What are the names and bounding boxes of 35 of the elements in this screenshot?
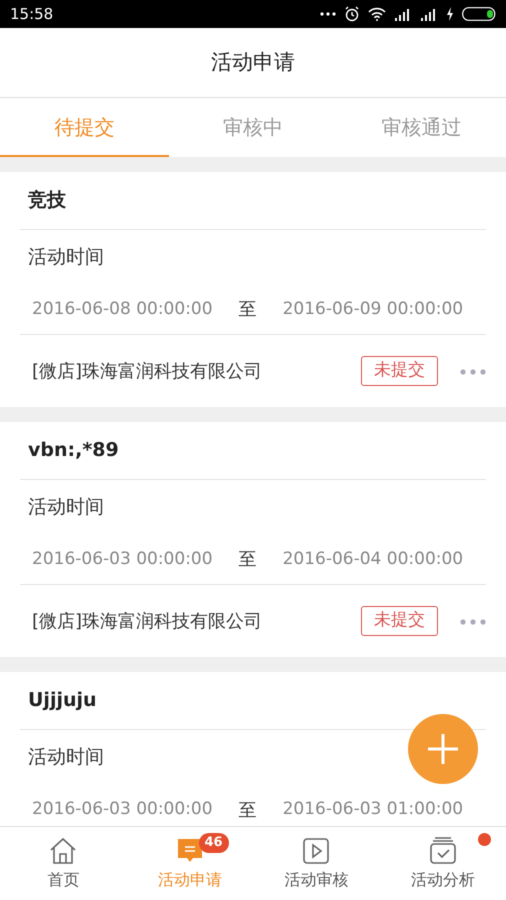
separator-text: 至	[238, 798, 257, 822]
plus-icon	[426, 732, 460, 766]
charging-icon	[446, 7, 454, 21]
activity-title: Ujjjuju	[27, 688, 97, 714]
separator-text: 至	[238, 298, 257, 322]
status-time: 15:58	[10, 4, 54, 25]
start-time: 2016-06-03 00:00:00	[32, 548, 213, 571]
activity-title: vbn:,*89	[27, 438, 119, 464]
end-time: 2016-06-04 00:00:00	[282, 548, 464, 571]
checklist-icon	[428, 836, 458, 866]
more-icon[interactable]	[460, 368, 486, 375]
status-tag: 未提交	[361, 606, 438, 636]
start-time: 2016-06-03 00:00:00	[32, 798, 213, 822]
activity-title: 竞技	[27, 188, 66, 214]
signal-icon	[394, 8, 412, 20]
time-label: 活动时间	[27, 745, 104, 770]
more-icon	[320, 12, 336, 16]
shop-name: [微店]珠海富润科技有限公司	[31, 610, 262, 634]
end-time: 2016-06-03 01:00:00	[282, 798, 464, 822]
wifi-icon	[368, 7, 386, 21]
count-badge: 46	[198, 833, 229, 852]
start-time: 2016-06-08 00:00:00	[32, 298, 213, 321]
signal-icon	[420, 8, 438, 20]
end-time: 2016-06-09 00:00:00	[282, 298, 464, 321]
separator-text: 至	[238, 548, 257, 572]
page-title: 活动申请	[211, 48, 295, 76]
video-icon	[301, 836, 332, 866]
time-label: 活动时间	[27, 495, 104, 520]
status-tag: 未提交	[361, 356, 438, 386]
battery-icon	[462, 7, 496, 21]
shop-name: [微店]珠海富润科技有限公司	[31, 360, 262, 384]
time-label: 活动时间	[27, 245, 104, 270]
home-icon	[48, 836, 78, 866]
alarm-icon	[344, 6, 360, 22]
more-icon[interactable]	[460, 618, 486, 625]
